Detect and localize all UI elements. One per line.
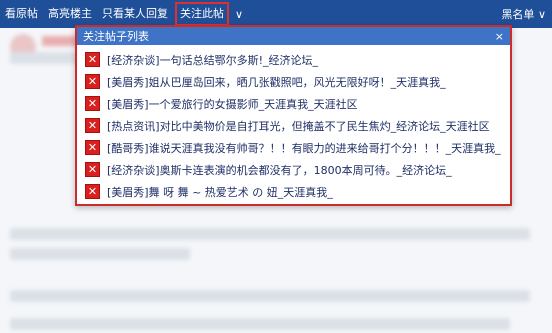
list-item: ✕ [美眉秀]舞 呀 舞 ~ 热爱艺术 の 妞_天涯真我_ — [85, 181, 510, 202]
remove-icon[interactable]: ✕ — [85, 140, 100, 155]
nav-view-original[interactable]: 看原帖 — [0, 0, 43, 28]
list-item: ✕ [热点资讯]对比中美物价是自打耳光，但掩盖不了民生焦灼_经济论坛_天涯社区 — [85, 115, 510, 136]
nav-follow-thread[interactable]: 关注此帖 — [175, 2, 229, 26]
popup-title: 关注帖子列表 — [83, 30, 149, 43]
thread-link[interactable]: [美眉秀]姐从巴厘岛回来，晒几张戳照吧，风光无限好呀！_天涯真我_ — [107, 74, 446, 90]
chevron-down-icon[interactable]: ∨ — [235, 8, 243, 21]
remove-icon[interactable]: ✕ — [85, 184, 100, 199]
blurred-text-line — [10, 228, 530, 240]
top-nav-bar: 看原帖 高亮楼主 只看某人回复 关注此帖 ∨ 黑名单 ∨ — [0, 0, 552, 28]
followed-threads-list: ✕ [经济杂谈]一句话总结鄂尔多斯!_经济论坛_ ✕ [美眉秀]姐从巴厘岛回来，… — [77, 45, 510, 202]
thread-link[interactable]: [经济杂谈]一句话总结鄂尔多斯!_经济论坛_ — [107, 52, 318, 68]
list-item: ✕ [美眉秀]姐从巴厘岛回来，晒几张戳照吧，风光无限好呀！_天涯真我_ — [85, 71, 510, 92]
nav-highlight-op[interactable]: 高亮楼主 — [43, 0, 97, 28]
blurred-text-line — [10, 318, 510, 330]
nav-only-user-replies[interactable]: 只看某人回复 — [97, 0, 173, 28]
thread-link[interactable]: [酷哥秀]谁说天涯真我没有帅哥？！！有眼力的进来给哥打个分！！！_天涯真我_ — [107, 140, 501, 156]
followed-threads-popup: 关注帖子列表 × ✕ [经济杂谈]一句话总结鄂尔多斯!_经济论坛_ ✕ [美眉秀… — [75, 25, 512, 206]
list-item: ✕ [经济杂谈]奥斯卡连表演的机会都没有了，1800本周可待。_经济论坛_ — [85, 159, 510, 180]
remove-icon[interactable]: ✕ — [85, 52, 100, 67]
thread-link[interactable]: [热点资讯]对比中美物价是自打耳光，但掩盖不了民生焦灼_经济论坛_天涯社区 — [107, 118, 490, 134]
remove-icon[interactable]: ✕ — [85, 74, 100, 89]
list-item: ✕ [酷哥秀]谁说天涯真我没有帅哥？！！有眼力的进来给哥打个分！！！_天涯真我_ — [85, 137, 510, 158]
blurred-text-line — [10, 248, 190, 260]
list-item: ✕ [经济杂谈]一句话总结鄂尔多斯!_经济论坛_ — [85, 49, 510, 70]
thread-link[interactable]: [美眉秀]一个爱旅行的女摄影师_天涯真我_天涯社区 — [107, 96, 358, 112]
blacklist-label: 黑名单 — [501, 8, 535, 21]
list-item: ✕ [美眉秀]一个爱旅行的女摄影师_天涯真我_天涯社区 — [85, 93, 510, 114]
remove-icon[interactable]: ✕ — [85, 96, 100, 111]
remove-icon[interactable]: ✕ — [85, 162, 100, 177]
blacklist-menu[interactable]: 黑名单 ∨ — [501, 6, 552, 22]
popup-header: 关注帖子列表 × — [77, 27, 510, 45]
chevron-down-icon: ∨ — [537, 8, 546, 21]
thread-link[interactable]: [美眉秀]舞 呀 舞 ~ 热爱艺术 の 妞_天涯真我_ — [107, 184, 333, 200]
close-icon[interactable]: × — [495, 30, 504, 43]
remove-icon[interactable]: ✕ — [85, 118, 100, 133]
blurred-text-line — [10, 290, 530, 302]
thread-link[interactable]: [经济杂谈]奥斯卡连表演的机会都没有了，1800本周可待。_经济论坛_ — [107, 162, 452, 178]
